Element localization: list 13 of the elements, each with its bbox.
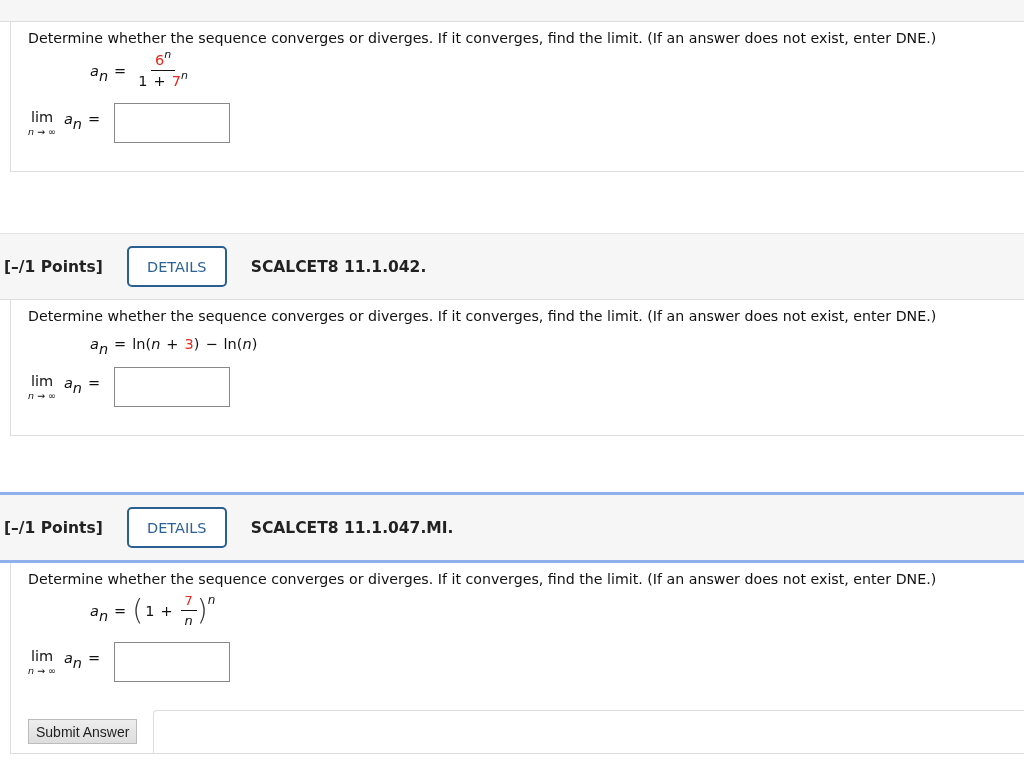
question-text: Determine whether the sequence converges or diverges. If it converges, find the limit. (If an answer does not exist, enter DNE.)	[28, 570, 938, 587]
details-button[interactable]: DETAILS	[126, 507, 227, 548]
problem-code: SCALCET8 11.1.042.	[250, 257, 427, 276]
points-label: [–/1 Points]	[4, 518, 103, 537]
problem-code: SCALCET8 11.1.047.MI.	[250, 518, 454, 537]
question-text: Determine whether the sequence converges or diverges. If it converges, find the limit. (If an answer does not exist, enter DNE.)	[28, 29, 938, 46]
details-button[interactable]: DETAILS	[126, 246, 227, 287]
question-text: Determine whether the sequence converges or diverges. If it converges, find the limit. (If an answer does not exist, enter DNE.)	[28, 307, 938, 324]
answer-field[interactable]	[114, 103, 231, 143]
submit-answer-button[interactable]: Submit Answer	[28, 719, 138, 744]
answer-field[interactable]	[114, 367, 231, 407]
points-label: [–/1 Points]	[4, 257, 103, 276]
answer-field[interactable]	[114, 642, 231, 682]
